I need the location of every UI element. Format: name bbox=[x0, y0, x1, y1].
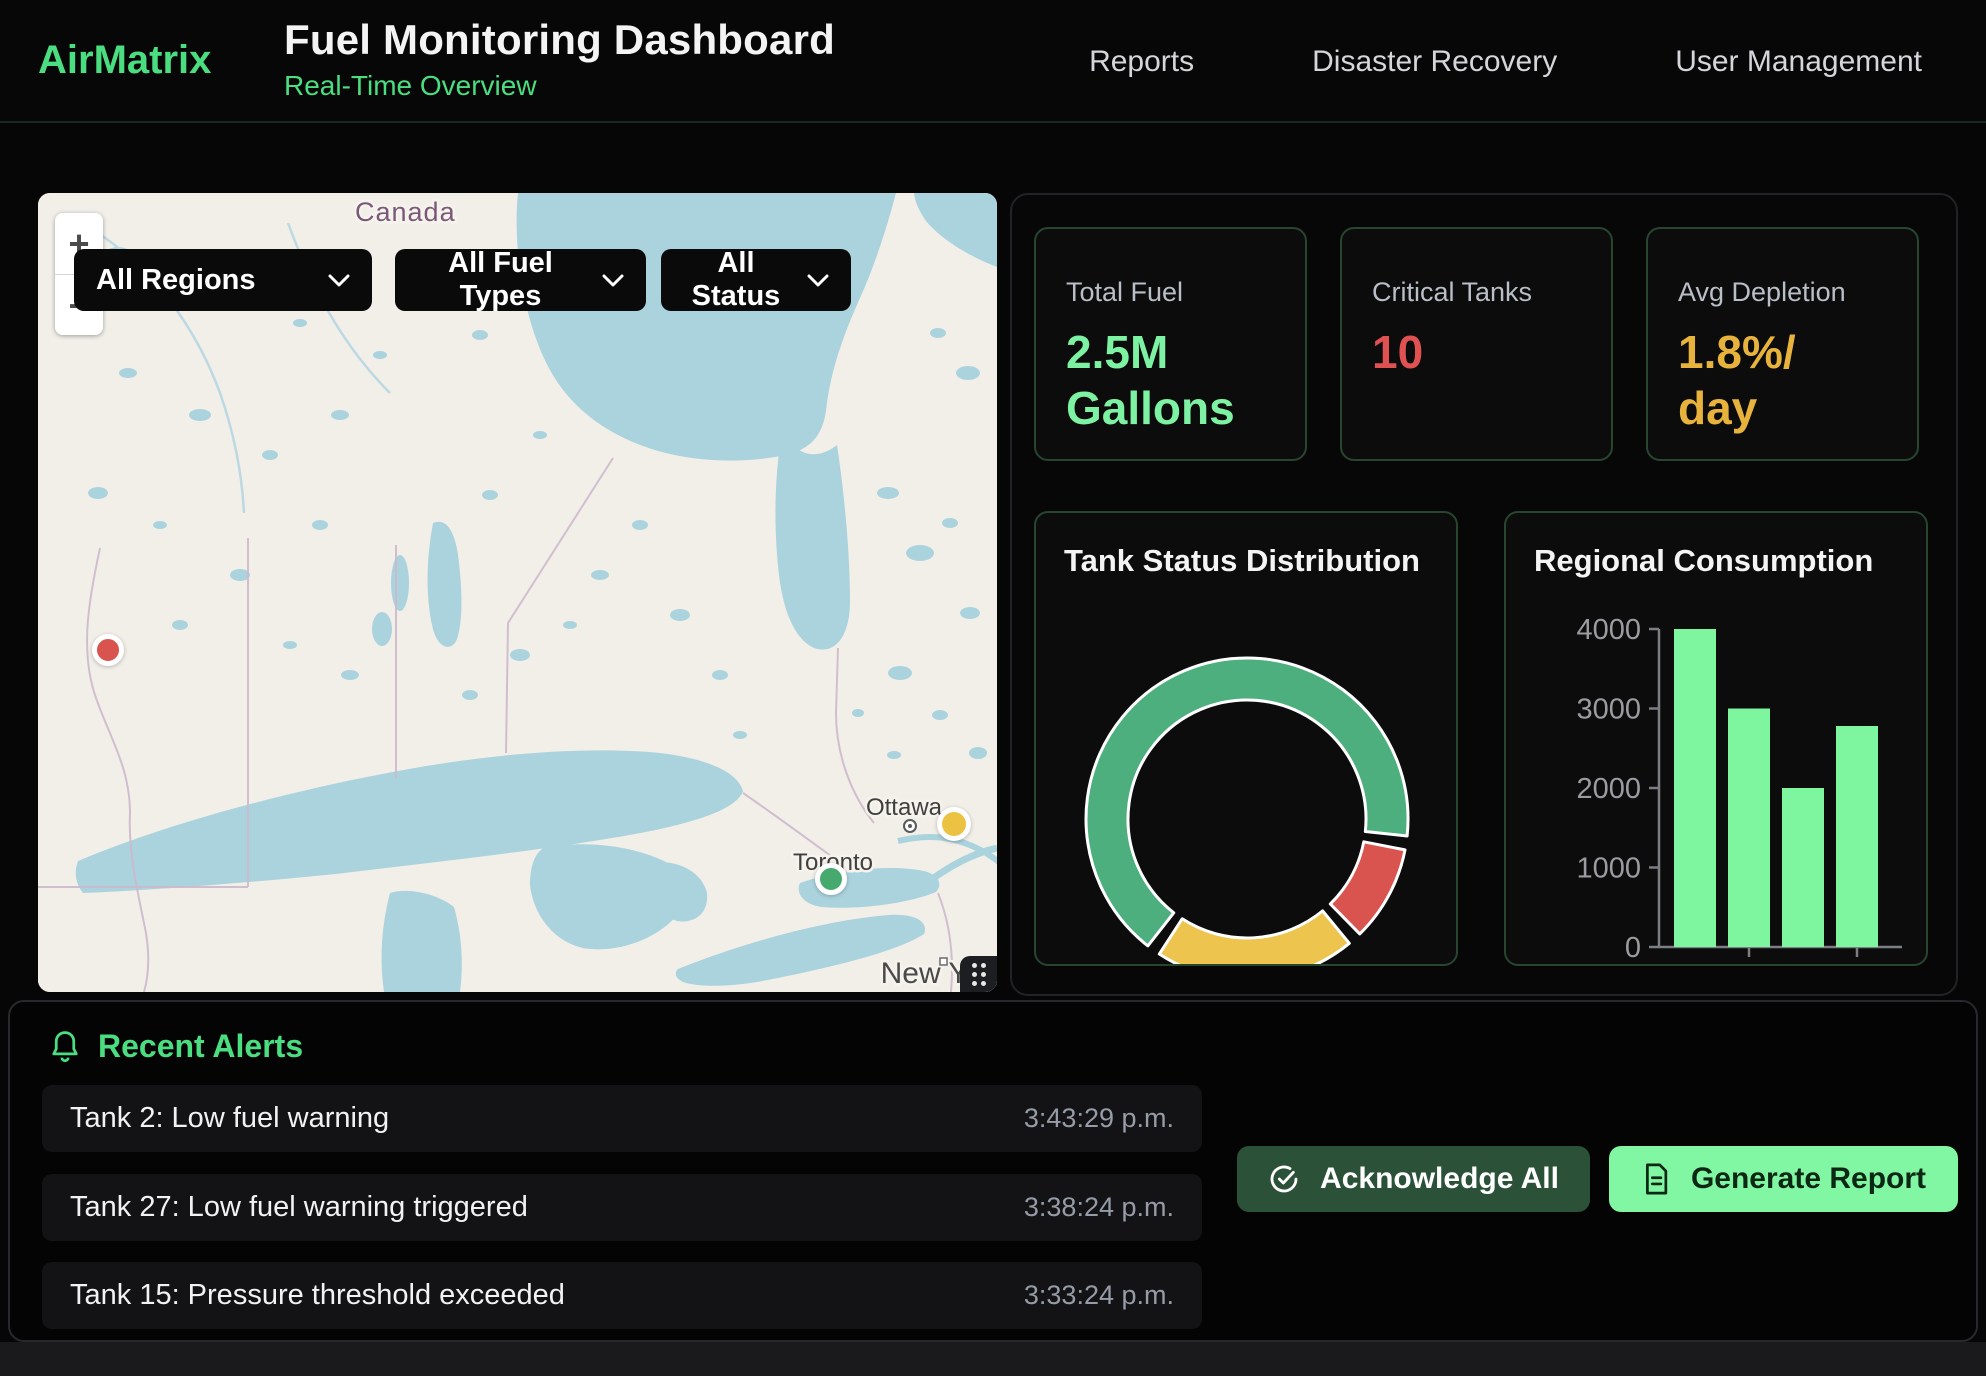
report-document-icon bbox=[1641, 1163, 1671, 1195]
stat-value: 10 bbox=[1372, 324, 1581, 380]
page-subtitle: Real-Time Overview bbox=[284, 70, 835, 102]
bell-icon bbox=[50, 1030, 80, 1064]
stat-label: Critical Tanks bbox=[1372, 277, 1581, 308]
stat-label: Total Fuel bbox=[1066, 277, 1275, 308]
tank-marker-normal[interactable] bbox=[815, 863, 847, 895]
acknowledge-all-button[interactable]: Acknowledge All bbox=[1237, 1146, 1590, 1212]
alerts-header: Recent Alerts bbox=[50, 1028, 303, 1065]
y-tick-label: 1000 bbox=[1576, 853, 1641, 885]
brand-logo: AirMatrix bbox=[38, 38, 211, 83]
regional-consumption-card: 0 1000 2000 3000 4000 Midwest West Regional Co… bbox=[1504, 511, 1928, 966]
title-block: Fuel Monitoring Dashboard Real-Time Over… bbox=[284, 16, 835, 102]
bar-chart-plot: 0 1000 2000 3000 4000 Midwest West bbox=[1576, 614, 1902, 966]
alert-timestamp: 3:38:24 p.m. bbox=[1024, 1192, 1174, 1223]
filter-all-fuel-types[interactable]: All Fuel Types bbox=[395, 249, 646, 311]
dashboard-page: AirMatrix Fuel Monitoring Dashboard Real… bbox=[0, 0, 1986, 1376]
y-tick-label: 4000 bbox=[1576, 614, 1641, 646]
donut-chart-title: Tank Status Distribution bbox=[1064, 543, 1420, 579]
tank-marker-critical[interactable] bbox=[92, 634, 124, 666]
page-title: Fuel Monitoring Dashboard bbox=[284, 16, 835, 64]
stat-card-critical-tanks: Critical Tanks 10 bbox=[1340, 227, 1613, 461]
y-tick-label: 0 bbox=[1625, 932, 1641, 964]
map-label-country: Canada bbox=[355, 197, 456, 227]
donut-segment-warning bbox=[1159, 911, 1349, 966]
generate-report-label: Generate Report bbox=[1691, 1162, 1926, 1196]
alert-message: Tank 27: Low fuel warning triggered bbox=[70, 1191, 528, 1224]
stat-label: Avg Depletion bbox=[1678, 277, 1887, 308]
stat-value: 2.5M Gallons bbox=[1066, 324, 1275, 436]
alerts-title: Recent Alerts bbox=[98, 1028, 303, 1065]
nav-item-user-management[interactable]: User Management bbox=[1675, 45, 1922, 79]
map-resize-handle[interactable] bbox=[960, 956, 997, 992]
stat-value: 1.8%/ day bbox=[1678, 324, 1887, 436]
alert-message: Tank 2: Low fuel warning bbox=[70, 1102, 389, 1135]
bar-0 bbox=[1674, 629, 1716, 947]
map-panel[interactable]: CanadaOttawaTorontoNew York + − All Regi… bbox=[38, 193, 997, 992]
generate-report-button[interactable]: Generate Report bbox=[1609, 1146, 1958, 1212]
chevron-down-icon bbox=[328, 274, 350, 287]
alerts-panel: Recent Alerts Tank 2: Low fuel warning 3:… bbox=[8, 1000, 1978, 1342]
map-label-ottawa: Ottawa bbox=[866, 794, 943, 821]
x-category-label: West bbox=[1823, 965, 1891, 966]
chevron-down-icon bbox=[807, 274, 829, 287]
alert-row: Tank 15: Pressure threshold exceeded 3:33… bbox=[42, 1262, 1202, 1329]
nav-item-disaster-recovery[interactable]: Disaster Recovery bbox=[1312, 45, 1557, 79]
bottom-strip bbox=[0, 1342, 1986, 1376]
filter-label: All Regions bbox=[96, 264, 256, 297]
filter-all-regions[interactable]: All Regions bbox=[74, 249, 372, 311]
tank-status-card: Tank Status Distribution bbox=[1034, 511, 1458, 966]
x-category-label: Midwest bbox=[1694, 965, 1805, 966]
alert-timestamp: 3:33:24 p.m. bbox=[1024, 1280, 1174, 1311]
donut-segment-critical bbox=[1330, 842, 1405, 934]
bar-1 bbox=[1728, 709, 1770, 948]
stat-card-avg-depletion: Avg Depletion 1.8%/ day bbox=[1646, 227, 1919, 461]
bar-chart-title: Regional Consumption bbox=[1534, 543, 1873, 579]
tank-marker-warning[interactable] bbox=[937, 807, 971, 841]
acknowledge-all-label: Acknowledge All bbox=[1320, 1162, 1559, 1196]
filter-label: All Fuel Types bbox=[417, 247, 584, 313]
alert-row: Tank 27: Low fuel warning triggered 3:38:… bbox=[42, 1174, 1202, 1241]
chevron-down-icon bbox=[602, 274, 624, 287]
alert-row: Tank 2: Low fuel warning 3:43:29 p.m. bbox=[42, 1085, 1202, 1152]
bar-3 bbox=[1836, 726, 1878, 947]
stat-card-total-fuel: Total Fuel 2.5M Gallons bbox=[1034, 227, 1307, 461]
y-tick-label: 2000 bbox=[1576, 773, 1641, 805]
regional-consumption-bar-chart: 0 1000 2000 3000 4000 Midwest West bbox=[1506, 513, 1928, 966]
filter-label: All Status bbox=[683, 247, 789, 313]
tank-status-donut-chart bbox=[1036, 513, 1458, 966]
top-nav: Reports Disaster Recovery User Management bbox=[1089, 0, 1922, 123]
alert-message: Tank 15: Pressure threshold exceeded bbox=[70, 1279, 565, 1312]
check-circle-icon bbox=[1268, 1163, 1300, 1195]
metrics-panel: Total Fuel 2.5M Gallons Critical Tanks 10 Av… bbox=[1010, 193, 1958, 996]
bar-2 bbox=[1782, 788, 1824, 947]
alert-timestamp: 3:43:29 p.m. bbox=[1024, 1103, 1174, 1134]
nav-item-reports[interactable]: Reports bbox=[1089, 45, 1194, 79]
app-header: AirMatrix Fuel Monitoring Dashboard Real… bbox=[0, 0, 1986, 123]
filter-all-status[interactable]: All Status bbox=[661, 249, 851, 311]
y-tick-label: 3000 bbox=[1576, 694, 1641, 726]
